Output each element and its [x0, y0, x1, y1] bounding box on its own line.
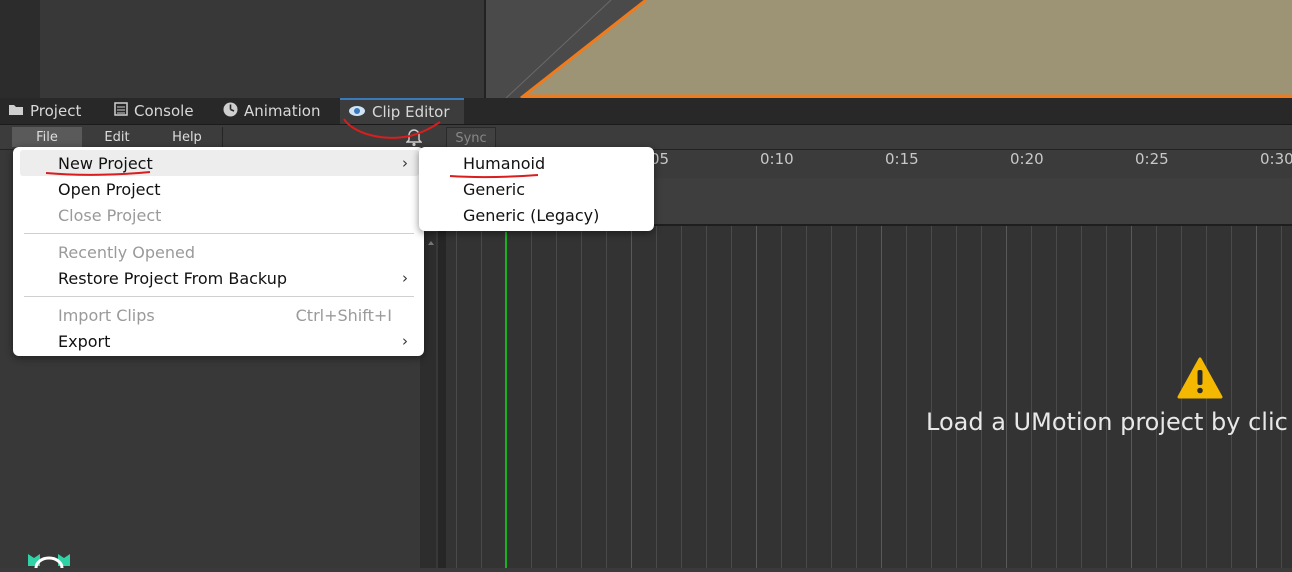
submenu-item-generic[interactable]: Generic: [463, 177, 525, 201]
scene-view[interactable]: [486, 0, 1292, 98]
tick-label: 0:20: [1010, 150, 1044, 168]
menu-item-label: Export: [58, 331, 111, 351]
help-menu-button[interactable]: Help: [152, 127, 223, 147]
eye-icon: [348, 103, 366, 121]
window-tab-bar: Project Console Animation Clip Editor: [0, 98, 1292, 125]
menu-item-new-project[interactable]: New Project ›: [58, 151, 424, 175]
menu-shortcut: Ctrl+Shift+I: [295, 305, 392, 325]
tab-console[interactable]: Console: [106, 98, 214, 124]
tab-label: Animation: [244, 102, 321, 120]
tick-label: 0:15: [885, 150, 919, 168]
sync-button[interactable]: Sync: [446, 127, 496, 149]
file-menu-button[interactable]: File: [12, 127, 83, 147]
warning-icon: [1176, 356, 1224, 400]
tab-label: Console: [134, 102, 194, 120]
load-project-message: Load a UMotion project by clic: [926, 408, 1288, 436]
bell-icon[interactable]: [405, 129, 423, 147]
submenu-item-humanoid[interactable]: Humanoid: [463, 151, 545, 175]
tick-label: 0:10: [760, 150, 794, 168]
scene-object-plane: [505, 0, 1292, 98]
file-dropdown-menu: New Project › Open Project Close Project…: [13, 147, 424, 356]
menu-item-label: Import Clips: [58, 305, 155, 325]
umotion-logo-icon: [26, 552, 72, 572]
hierarchy-panel-edge: [0, 0, 40, 98]
menu-item-open-project[interactable]: Open Project: [58, 177, 161, 201]
tab-label: Project: [30, 102, 82, 120]
menu-item-export[interactable]: Export ›: [58, 329, 424, 353]
chevron-right-icon: ›: [402, 269, 408, 287]
menu-item-import-clips: Import Clips Ctrl+Shift+I: [58, 303, 424, 327]
tab-animation[interactable]: Animation: [215, 98, 339, 124]
inspector-panel: [40, 0, 484, 98]
edit-menu-button[interactable]: Edit: [82, 127, 153, 147]
tab-clip-editor[interactable]: Clip Editor: [340, 98, 464, 124]
menu-item-label: Restore Project From Backup: [58, 268, 287, 288]
animation-clock-icon: [223, 102, 238, 121]
menu-item-restore-backup[interactable]: Restore Project From Backup ›: [58, 266, 424, 290]
tab-project[interactable]: Project: [0, 98, 104, 124]
menu-separator: [24, 233, 414, 234]
chevron-right-icon: ›: [402, 154, 408, 172]
new-project-submenu: Humanoid Generic Generic (Legacy): [419, 147, 654, 231]
scroll-up-icon[interactable]: [423, 236, 439, 252]
chevron-right-icon: ›: [402, 332, 408, 350]
menu-separator: [24, 296, 414, 297]
console-icon: [114, 102, 128, 120]
tick-label: 0:30: [1260, 150, 1292, 168]
menu-item-label: New Project: [58, 153, 153, 173]
tab-label: Clip Editor: [372, 103, 450, 121]
submenu-item-generic-legacy[interactable]: Generic (Legacy): [463, 203, 599, 227]
tick-label: 0:25: [1135, 150, 1169, 168]
folder-icon: [8, 102, 24, 120]
menu-item-recently-opened: Recently Opened: [58, 242, 196, 262]
playhead[interactable]: [505, 232, 507, 568]
menu-item-close-project: Close Project: [58, 205, 162, 225]
